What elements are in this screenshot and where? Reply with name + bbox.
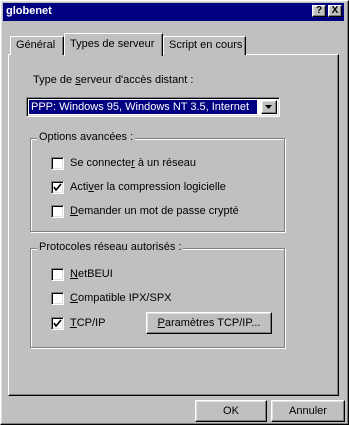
encrypted-password-checkbox[interactable] [51, 205, 64, 218]
server-type-value: PPP: Windows 95, Windows NT 3.5, Interne… [29, 100, 257, 114]
server-type-label: Type de serveur d'accès distant : [33, 74, 194, 86]
tab-general[interactable]: Général [10, 36, 64, 55]
window-title: globenet [6, 5, 52, 17]
dropdown-arrow-icon[interactable] [261, 100, 277, 114]
title-bar[interactable]: globenet ? X [3, 3, 344, 21]
connect-network-label[interactable]: Se connecter à un réseau [70, 157, 196, 169]
cancel-button[interactable]: Annuler [271, 400, 345, 422]
close-button[interactable]: X [328, 5, 342, 17]
ipx-spx-label[interactable]: Compatible IPX/SPX [70, 292, 172, 304]
tab-general-label: Général [16, 39, 56, 51]
connect-network-checkbox[interactable] [51, 157, 64, 170]
ok-button[interactable]: OK [195, 400, 267, 422]
netbeui-checkbox[interactable] [51, 268, 64, 281]
netbeui-label[interactable]: NetBEUI [70, 268, 113, 280]
tab-server-types[interactable]: Types de serveur [64, 33, 163, 56]
tcpip-settings-button[interactable]: Paramètres TCP/IP... [146, 312, 272, 334]
help-button[interactable]: ? [312, 5, 326, 17]
software-compression-label[interactable]: Activer la compression logicielle [70, 181, 226, 193]
tab-script-label: Script en cours [169, 39, 243, 51]
tab-server-types-label: Types de serveur [70, 38, 155, 50]
tcpip-checkbox[interactable] [51, 317, 64, 330]
checkmark-icon [53, 183, 62, 192]
protocols-legend: Protocoles réseau autorisés : [37, 241, 184, 253]
encrypted-password-label[interactable]: Demander un mot de passe crypté [70, 205, 239, 217]
checkmark-icon [53, 319, 62, 328]
tcpip-label[interactable]: TCP/IP [70, 317, 105, 329]
tab-script[interactable]: Script en cours [163, 36, 246, 55]
ipx-spx-checkbox[interactable] [51, 292, 64, 305]
server-type-select[interactable]: PPP: Windows 95, Windows NT 3.5, Interne… [26, 97, 280, 117]
advanced-options-legend: Options avancées : [37, 131, 136, 143]
software-compression-checkbox[interactable] [51, 181, 64, 194]
